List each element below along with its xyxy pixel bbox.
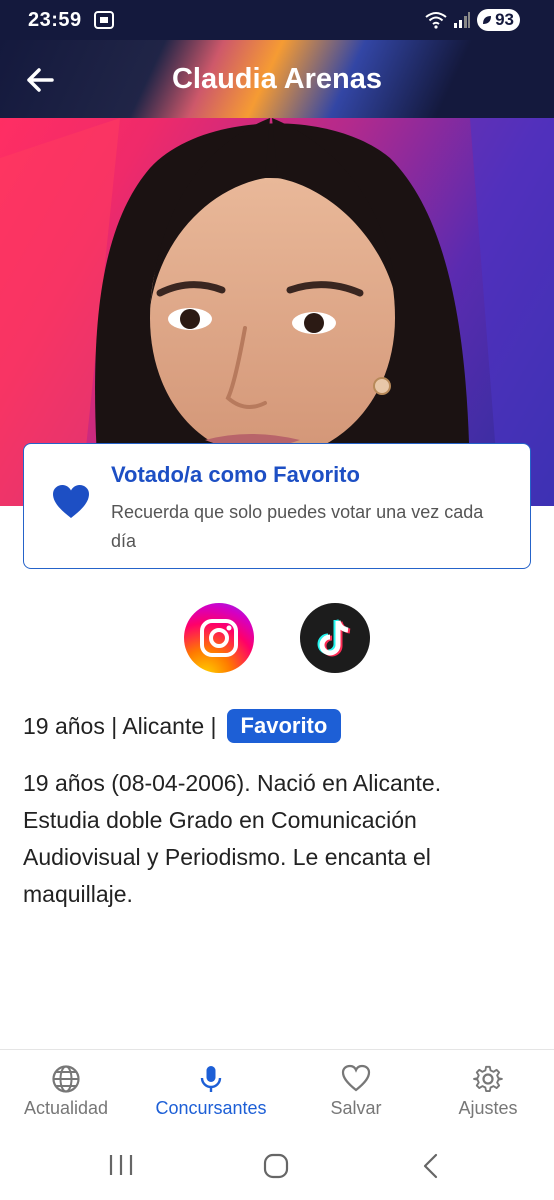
app-bar: Claudia Arenas — [0, 40, 554, 118]
battery-level: 93 — [495, 10, 514, 29]
summary-text: 19 años | Alicante | — [23, 712, 217, 739]
vote-subtitle: Recuerda que solo puedes votar una vez c… — [111, 502, 484, 551]
page-title: Claudia Arenas — [171, 62, 383, 95]
status-time: 23:59 — [28, 8, 82, 31]
instagram-button[interactable] — [184, 603, 254, 673]
signal-icon — [454, 12, 471, 28]
tiktok-button[interactable] — [300, 603, 370, 673]
microphone-icon — [200, 1066, 222, 1092]
vote-status-card: Votado/a como Favorito Recuerda que solo… — [23, 443, 531, 569]
nav-actualidad[interactable]: Actualidad — [8, 1050, 124, 1132]
screenshot-icon — [93, 11, 114, 29]
contestant-bio: 19 años (08-04-2006). Nació en Alicante.… — [23, 770, 442, 907]
nav-label: Actualidad — [23, 1098, 109, 1118]
nav-label: Concursantes — [155, 1098, 267, 1118]
contestant-summary: 19 años | Alicante | Favorito — [23, 708, 342, 744]
tiktok-icon — [317, 619, 351, 657]
status-right: 93 — [425, 9, 520, 31]
status-left: 23:59 — [28, 9, 114, 32]
nav-concursantes[interactable]: Concursantes — [140, 1050, 282, 1132]
system-back-icon[interactable] — [420, 1153, 442, 1179]
gear-icon — [473, 1065, 503, 1092]
instagram-icon — [200, 619, 238, 657]
globe-icon — [52, 1065, 80, 1093]
favorite-badge: Favorito — [226, 709, 342, 743]
nav-ajustes[interactable]: Ajustes — [440, 1050, 536, 1132]
heart-outline-icon — [341, 1064, 371, 1092]
recent-apps-icon[interactable] — [108, 1153, 134, 1177]
wifi-icon — [425, 12, 447, 29]
nav-label: Salvar — [330, 1098, 382, 1118]
battery-saver-icon — [483, 16, 492, 24]
heart-icon — [53, 485, 89, 518]
nav-label: Ajustes — [458, 1098, 518, 1118]
vote-title: Votado/a como Favorito — [111, 462, 360, 487]
battery-indicator: 93 — [477, 9, 520, 31]
nav-salvar[interactable]: Salvar — [306, 1050, 406, 1132]
home-icon[interactable] — [263, 1153, 289, 1179]
status-bar: 23:59 93 — [0, 0, 554, 40]
bottom-navigation: Actualidad Concursantes Salvar Ajustes — [0, 1049, 554, 1131]
system-navigation-bar — [0, 1131, 554, 1200]
